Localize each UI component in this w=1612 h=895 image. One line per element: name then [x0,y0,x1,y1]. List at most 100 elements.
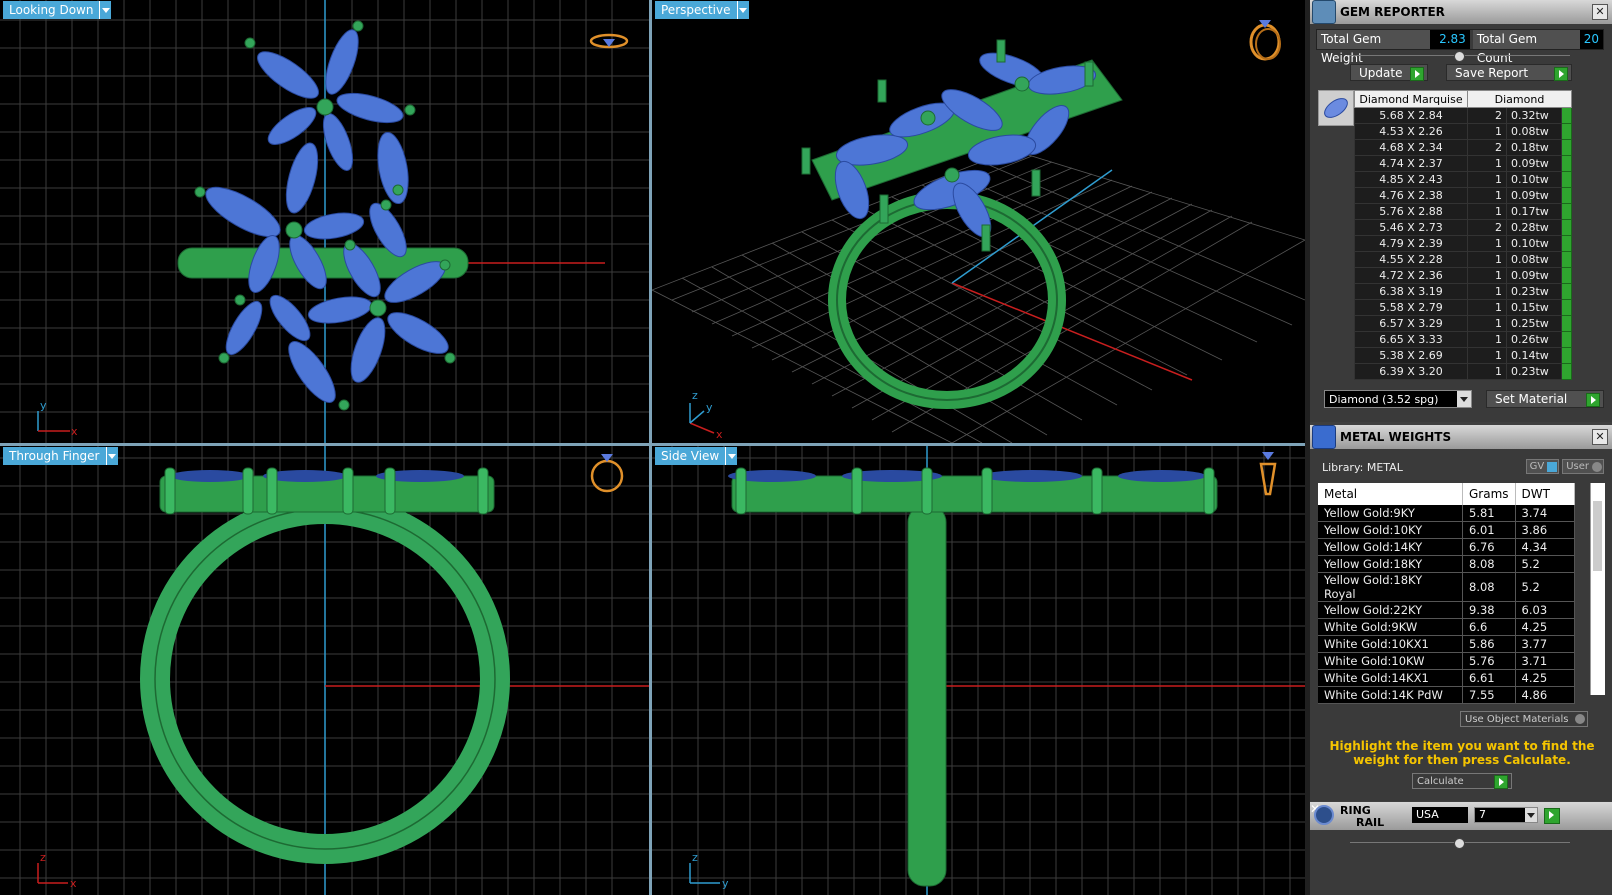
play-icon[interactable] [1561,315,1572,332]
gem-row[interactable]: 6.65 X 3.33 1 0.26tw [1354,331,1572,348]
gem-reporter-slider[interactable] [1350,51,1570,62]
gem-row[interactable]: 5.76 X 2.88 1 0.17tw [1354,203,1572,220]
play-icon[interactable] [1561,347,1572,364]
chevron-down-icon[interactable] [736,1,749,19]
metal-row[interactable]: Yellow Gold:22KY 9.38 6.03 [1318,601,1575,619]
play-icon[interactable] [1561,251,1572,268]
viewport-side-view[interactable]: Side View z y [652,446,1305,895]
gem-weight: 0.08tw [1506,251,1562,268]
metal-row[interactable]: Yellow Gold:9KY 5.81 3.74 [1318,505,1575,522]
viewport-through-finger[interactable]: Through Finger z x [0,446,649,895]
metal-grams: 5.76 [1462,652,1516,670]
chevron-down-icon[interactable] [1457,391,1471,407]
viewport-divider-horizontal[interactable] [0,443,1305,446]
gem-row[interactable]: 5.68 X 2.84 2 0.32tw [1354,107,1572,124]
viewport-title: Through Finger [3,447,106,465]
gv-toggle[interactable]: GV [1525,459,1560,474]
gem-row[interactable]: 6.39 X 3.20 1 0.23tw [1354,363,1572,380]
apply-ring-size-button[interactable] [1544,808,1560,824]
play-icon[interactable] [1561,203,1572,220]
gem-size: 4.72 X 2.36 [1354,267,1468,284]
gem-qty: 1 [1467,283,1507,300]
calculate-button[interactable]: Calculate [1412,773,1512,789]
gem-row[interactable]: 4.72 X 2.36 1 0.09tw [1354,267,1572,284]
chevron-down-icon[interactable] [99,1,112,19]
chevron-down-icon[interactable] [1525,808,1537,822]
gem-row[interactable]: 5.58 X 2.79 1 0.15tw [1354,299,1572,316]
viewport-perspective[interactable]: Perspective z y x [652,0,1305,443]
material-select[interactable]: Diamond (3.52 spg) [1324,390,1472,408]
ring-size-select[interactable]: 7 [1474,807,1538,823]
play-icon[interactable] [1561,139,1572,156]
metal-row[interactable]: White Gold:10KX1 5.86 3.77 [1318,635,1575,653]
slider-knob[interactable] [1454,838,1465,849]
user-toggle[interactable]: User [1562,459,1604,474]
metal-row[interactable]: White Gold:9KW 6.6 4.25 [1318,618,1575,636]
gem-qty: 1 [1467,331,1507,348]
chevron-down-icon[interactable] [725,447,738,465]
gem-reporter-header: GEM REPORTER ✕ [1310,0,1612,24]
play-icon[interactable] [1561,123,1572,140]
gem-row[interactable]: 4.55 X 2.28 1 0.08tw [1354,251,1572,268]
gem-weight: 0.28tw [1506,219,1562,236]
metal-row[interactable]: Yellow Gold:10KY 6.01 3.86 [1318,521,1575,539]
update-button[interactable]: Update [1350,64,1428,81]
ring-rail-icon [1314,805,1334,825]
gem-row[interactable]: 4.79 X 2.39 1 0.10tw [1354,235,1572,252]
play-icon[interactable] [1561,187,1572,204]
gem-row[interactable]: 6.38 X 3.19 1 0.23tw [1354,283,1572,300]
metal-row[interactable]: Yellow Gold:18KY 8.08 5.2 [1318,555,1575,573]
gem-weight: 0.15tw [1506,299,1562,316]
save-report-button[interactable]: Save Report [1446,64,1572,81]
play-icon[interactable] [1561,283,1572,300]
gem-row[interactable]: 4.53 X 2.26 1 0.08tw [1354,123,1572,140]
metal-row[interactable]: White Gold:14K PdW 7.55 4.86 [1318,686,1575,704]
use-object-materials-toggle[interactable]: Use Object Materials [1460,711,1588,727]
metal-row[interactable]: Yellow Gold:14KY 6.76 4.34 [1318,538,1575,556]
viewport-menu-perspective[interactable]: Perspective [655,1,749,19]
gem-row[interactable]: 5.46 X 2.73 2 0.28tw [1354,219,1572,236]
close-icon[interactable]: ✕ [1592,4,1608,20]
play-icon[interactable] [1561,235,1572,252]
metal-row[interactable]: White Gold:14KX1 6.61 4.25 [1318,669,1575,687]
play-icon[interactable] [1561,155,1572,172]
gem-row[interactable]: 4.74 X 2.37 1 0.09tw [1354,155,1572,172]
metal-row[interactable]: Yellow Gold:18KY Royal 8.08 5.2 [1318,572,1575,602]
gem-qty: 1 [1467,171,1507,188]
perspective-scene [652,39,1305,443]
chevron-down-icon[interactable] [105,447,118,465]
play-icon[interactable] [1561,363,1572,380]
gem-row[interactable]: 4.85 X 2.43 1 0.10tw [1354,171,1572,188]
metal-table-scrollbar[interactable] [1590,483,1605,695]
ring-country-select[interactable]: USA [1412,807,1468,823]
play-icon[interactable] [1561,331,1572,348]
play-icon[interactable] [1561,107,1572,124]
set-material-button[interactable]: Set Material [1486,390,1604,408]
play-icon[interactable] [1561,171,1572,188]
gem-row[interactable]: 6.57 X 3.29 1 0.25tw [1354,315,1572,332]
gem-qty: 1 [1467,299,1507,316]
metal-row[interactable]: White Gold:10KW 5.76 3.71 [1318,652,1575,670]
scrollbar-thumb[interactable] [1593,501,1602,571]
ring-rail-body [1310,830,1612,895]
slider-knob[interactable] [1454,51,1465,62]
set-material-label: Set Material [1495,392,1568,406]
metal-grams: 6.61 [1462,669,1516,687]
gem-row[interactable]: 4.76 X 2.38 1 0.09tw [1354,187,1572,204]
viewport-menu-through-finger[interactable]: Through Finger [3,447,118,465]
axis-label-d: y [706,401,713,414]
viewport-menu-looking-down[interactable]: Looking Down [3,1,112,19]
gem-qty: 1 [1467,347,1507,364]
play-icon[interactable] [1561,299,1572,316]
viewport-divider-vertical[interactable] [649,0,652,895]
gem-row[interactable]: 5.38 X 2.69 1 0.14tw [1354,347,1572,364]
ring-rail-slider[interactable] [1350,838,1570,849]
play-icon[interactable] [1561,267,1572,284]
metal-grams: 8.08 [1462,572,1516,602]
close-icon[interactable]: ✕ [1592,429,1608,445]
gem-row[interactable]: 4.68 X 2.34 2 0.18tw [1354,139,1572,156]
play-icon[interactable] [1561,219,1572,236]
viewport-looking-down[interactable]: Looking Down y x [0,0,649,443]
viewport-menu-side-view[interactable]: Side View [655,447,738,465]
gem-qty: 1 [1467,315,1507,332]
